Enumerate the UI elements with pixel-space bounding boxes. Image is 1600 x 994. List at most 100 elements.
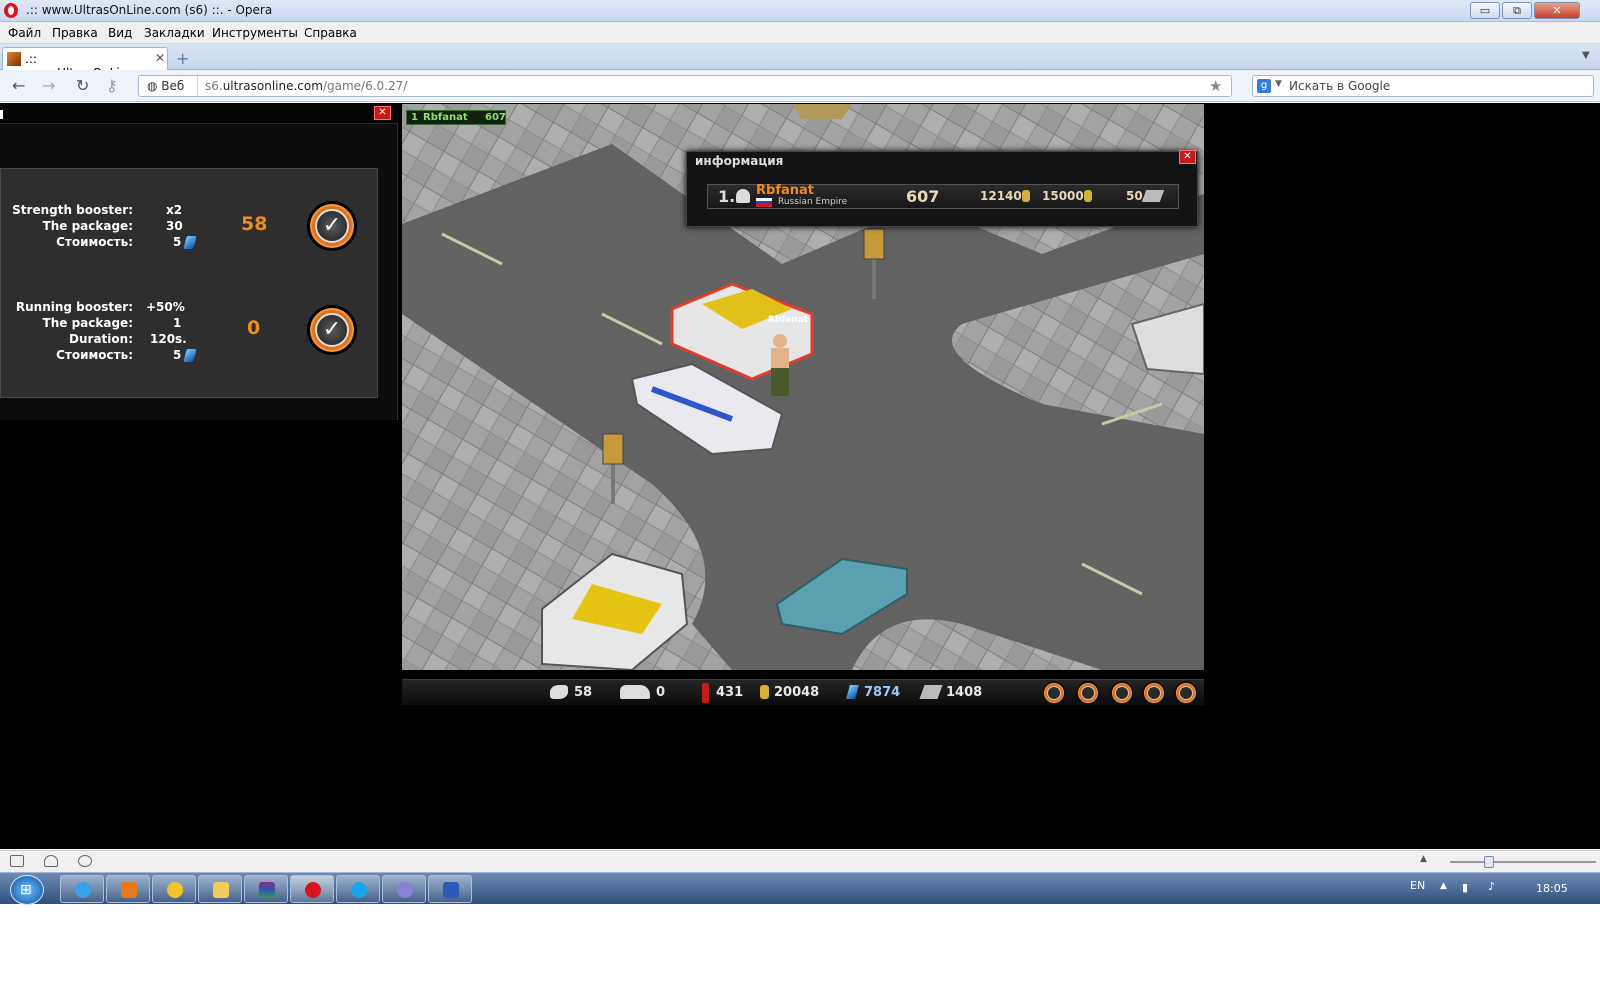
new-tab-plus-icon[interactable]: + xyxy=(176,49,189,68)
search-input[interactable]: g ▼ Искать в Google xyxy=(1252,75,1594,97)
booster1-value-package: 30 xyxy=(166,219,183,233)
menu-file[interactable]: Файл xyxy=(8,26,41,40)
taskbar-chrome[interactable] xyxy=(152,875,196,903)
reload-icon[interactable]: ↻ xyxy=(76,76,89,95)
taskbar-winrar[interactable] xyxy=(244,875,288,903)
security-label: Веб xyxy=(161,79,185,93)
sneaker-icon xyxy=(620,685,650,699)
chrome-icon xyxy=(167,882,183,898)
stat-gems: 7874 xyxy=(864,685,901,700)
taskbar-app[interactable] xyxy=(382,875,426,903)
tab-list-chevron-icon[interactable]: ▼ xyxy=(1582,50,1590,61)
word-icon xyxy=(443,882,459,898)
info-popup: информация ✕ 1. Rbfanat Russian Empire 6… xyxy=(686,150,1198,227)
info-popup-title: информация xyxy=(695,154,784,168)
buy-strength-booster-button[interactable]: ✓ xyxy=(307,201,357,251)
booster2-count: 0 xyxy=(247,317,261,339)
app-icon xyxy=(397,882,413,898)
restore-button[interactable]: ⧉ xyxy=(1502,2,1532,19)
url-host-main: ultrasonline.com xyxy=(222,79,323,93)
menu-help[interactable]: Справка xyxy=(304,26,357,40)
player-character[interactable] xyxy=(771,334,789,396)
russia-flag-icon xyxy=(756,198,772,207)
stat-strength: 58 xyxy=(574,685,593,700)
ticket-icon xyxy=(1141,190,1165,202)
opera-icon xyxy=(305,882,321,898)
info-country: Russian Empire xyxy=(778,197,848,207)
language-indicator[interactable]: EN xyxy=(1410,879,1425,892)
info-coins2: 15000 xyxy=(1042,189,1084,203)
forward-arrow-icon[interactable]: → xyxy=(42,76,55,95)
tab-close-icon[interactable]: ✕ xyxy=(155,51,165,65)
stat-coins: 20048 xyxy=(774,685,820,700)
explorer-icon xyxy=(213,882,229,898)
booster2-cost-number: 5 xyxy=(173,348,182,362)
booster-panel-close-button[interactable]: ✕ xyxy=(374,106,391,120)
network-icon[interactable]: ▮ xyxy=(1462,881,1468,894)
start-button[interactable]: ⊞ xyxy=(10,875,44,905)
panel-header xyxy=(0,104,398,124)
game-menu-button-4[interactable] xyxy=(1142,681,1166,705)
turbo-icon[interactable] xyxy=(78,855,92,867)
tab-ultrasonline[interactable]: .:: www.UltrasOnLine.c... ✕ xyxy=(2,47,168,80)
taskbar-word[interactable] xyxy=(428,875,472,903)
menu-bookmarks[interactable]: Закладки xyxy=(144,26,205,40)
back-arrow-icon[interactable]: ← xyxy=(12,76,25,95)
panel-toggle-icon[interactable] xyxy=(10,855,24,867)
car-top[interactable] xyxy=(792,104,852,119)
game-menu-button-3[interactable] xyxy=(1110,681,1134,705)
opera-logo-icon xyxy=(4,3,18,18)
search-engine-dropdown-icon[interactable]: ▼ xyxy=(1275,79,1282,89)
strength-arm-icon xyxy=(550,685,568,699)
bottle-icon xyxy=(702,683,709,703)
menu-view[interactable]: Вид xyxy=(108,26,132,40)
zoom-up-icon[interactable]: ▲ xyxy=(1420,854,1427,864)
window-title: .:: www.UltrasOnLine.com (s6) ::. - Oper… xyxy=(26,3,273,17)
url-field[interactable]: ◍ Веб s6.ultrasonline.com/game/6.0.27/ ★ xyxy=(138,75,1232,97)
window-title-bar[interactable]: .:: www.UltrasOnLine.com (s6) ::. - Oper… xyxy=(0,0,1600,22)
menu-edit[interactable]: Правка xyxy=(52,26,98,40)
taskbar-skype[interactable] xyxy=(336,875,380,903)
url-separator xyxy=(197,76,198,96)
clock-time[interactable]: 18:05 xyxy=(1536,882,1568,895)
booster-shop-panel: ✕ Strength booster: x2 The package: 30 С… xyxy=(0,104,398,420)
game-menu-button-2[interactable] xyxy=(1076,681,1100,705)
coin-icon xyxy=(1022,190,1030,202)
url-text: s6.ultrasonline.com/game/6.0.27/ xyxy=(205,79,407,93)
volume-icon[interactable]: ♪ xyxy=(1488,880,1495,893)
booster1-label-package: The package: xyxy=(42,219,133,233)
info-popup-close-button[interactable]: ✕ xyxy=(1179,150,1196,164)
key-icon[interactable]: ⚷ xyxy=(106,76,118,95)
info-player-name[interactable]: Rbfanat xyxy=(756,183,814,198)
url-host-prefix: s6. xyxy=(205,79,223,93)
taskbar-explorer[interactable] xyxy=(198,875,242,903)
close-window-button[interactable]: ✕ xyxy=(1534,2,1580,19)
minimize-button[interactable]: ▭ xyxy=(1470,2,1500,19)
zoom-slider-thumb[interactable] xyxy=(1484,856,1494,868)
player-info-row[interactable]: 1. Rbfanat Russian Empire 607 12140 1500… xyxy=(707,183,1179,209)
illustrator-icon xyxy=(121,882,137,898)
taskbar-illustrator[interactable] xyxy=(106,875,150,903)
game-menu-button-5[interactable] xyxy=(1174,681,1198,705)
skype-icon xyxy=(351,882,367,898)
unite-icon[interactable] xyxy=(44,855,58,867)
taskbar-opera[interactable] xyxy=(290,875,334,903)
google-icon[interactable]: g xyxy=(1257,79,1271,93)
booster2-value-cost: 5 xyxy=(173,348,198,362)
browser-status-bar: ▲ xyxy=(0,850,1600,872)
booster1-count: 58 xyxy=(241,213,268,235)
tray-expand-icon[interactable]: ▲ xyxy=(1440,881,1447,891)
menu-tools[interactable]: Инструменты xyxy=(212,26,298,40)
booster1-label-strength: Strength booster: xyxy=(12,203,133,217)
game-menu-button-1[interactable] xyxy=(1042,681,1066,705)
booster2-label-duration: Duration: xyxy=(69,332,133,346)
buy-running-booster-button[interactable]: ✓ xyxy=(307,305,357,355)
panel-header-marker xyxy=(0,110,3,119)
bookmark-star-icon[interactable]: ★ xyxy=(1209,77,1222,95)
windows-taskbar: ⊞ EN ▲ ▮ ♪ 18:05 xyxy=(0,872,1600,905)
taskbar-ie[interactable] xyxy=(60,875,104,903)
checkmark-icon: ✓ xyxy=(315,313,349,347)
security-badge[interactable]: ◍ Веб xyxy=(147,79,184,93)
gem-icon xyxy=(846,685,859,699)
zoom-slider[interactable] xyxy=(1450,861,1596,863)
